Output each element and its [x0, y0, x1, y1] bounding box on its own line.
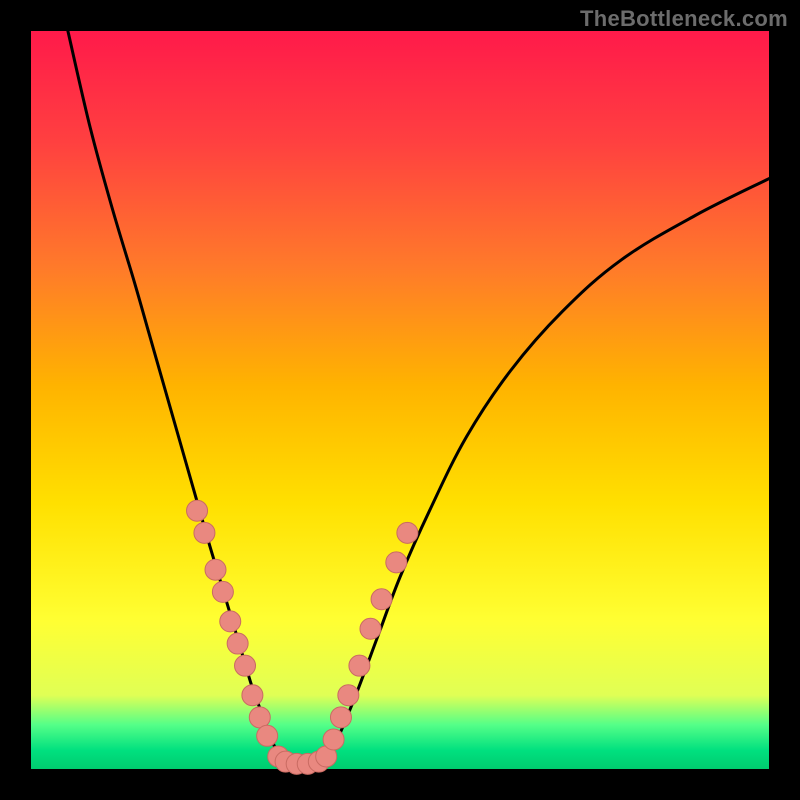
watermark-label: TheBottleneck.com	[580, 6, 788, 32]
chart-frame: TheBottleneck.com	[0, 0, 800, 800]
plot-area	[31, 31, 769, 769]
